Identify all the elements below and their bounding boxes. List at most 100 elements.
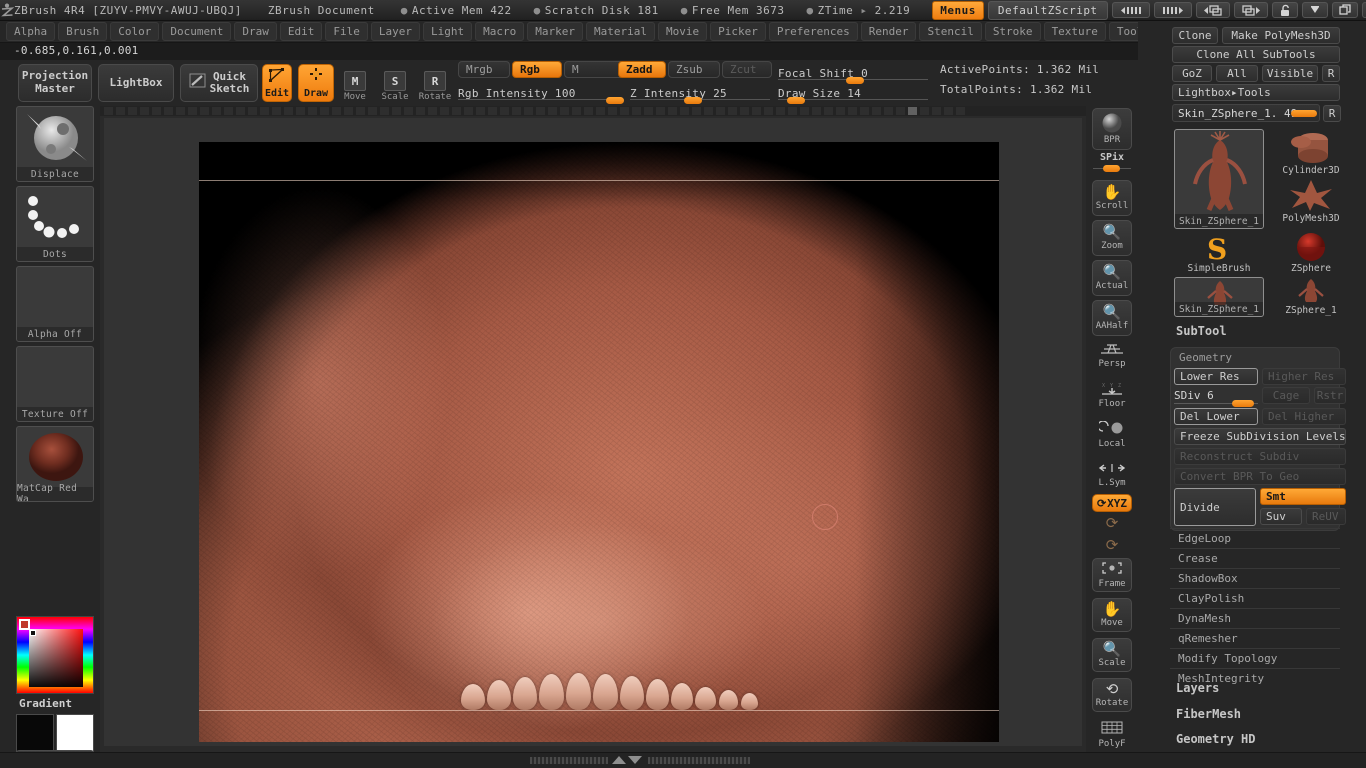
tool-thumb-cylinder3d[interactable]: Cylinder3D (1268, 129, 1354, 177)
lightbox-button[interactable]: LightBox (98, 64, 174, 102)
nav-move-button[interactable]: ✋ Move (1092, 598, 1132, 632)
section-layers[interactable]: Layers (1176, 681, 1219, 695)
menu-marker[interactable]: Marker (527, 22, 583, 41)
minimize-icon[interactable] (1301, 2, 1328, 18)
spix-bar[interactable] (1093, 165, 1131, 172)
section-edgeloop[interactable]: EdgeLoop (1170, 528, 1340, 548)
bottom-arrows[interactable] (612, 756, 642, 764)
nav-floor-button[interactable]: XYZ Floor (1092, 378, 1132, 412)
rgb-intensity-knob[interactable] (606, 97, 624, 104)
mrgb-toggle[interactable]: Mrgb (458, 61, 510, 78)
smt-button[interactable]: Smt (1260, 488, 1346, 505)
menu-material[interactable]: Material (585, 22, 655, 41)
texture-off-slot[interactable]: Texture Off (16, 346, 94, 422)
color-picker[interactable] (16, 616, 94, 694)
del-higher-button[interactable]: Del Higher (1262, 408, 1346, 425)
section-shadowbox[interactable]: ShadowBox (1170, 568, 1340, 588)
section-qremesher[interactable]: qRemesher (1170, 628, 1340, 648)
tool-thumb-polymesh3d[interactable]: PolyMesh3D (1268, 177, 1354, 225)
m-toggle[interactable]: M (564, 61, 624, 78)
stroke-slot[interactable]: Dots (16, 186, 94, 262)
z-intensity-knob[interactable] (684, 97, 702, 104)
rstr-button[interactable]: Rstr (1314, 387, 1346, 404)
move-mode-button[interactable]: M Move (338, 66, 372, 102)
bottom-strip-left[interactable] (530, 757, 608, 764)
menu-macro[interactable]: Macro (475, 22, 525, 41)
z-intensity-slider[interactable]: Z Intensity 25 (630, 82, 770, 104)
reuv-button[interactable]: ReUV (1306, 508, 1346, 525)
next-tray-icon[interactable] (1233, 2, 1268, 18)
section-claypolish[interactable]: ClayPolish (1170, 588, 1340, 608)
alpha-off-slot[interactable]: Alpha Off (16, 266, 94, 342)
tool-thumb-skin-zsphere-1-small[interactable]: Skin_ZSphere_1 (1174, 277, 1264, 317)
quick-sketch-button[interactable]: Quick Sketch (180, 64, 258, 102)
menu-layer[interactable]: Layer (370, 22, 420, 41)
nav-zoom-button[interactable]: 🔍 Zoom (1092, 220, 1132, 256)
tool-thumb-skin-zsphere-1[interactable]: Skin_ZSphere_1 (1174, 129, 1264, 229)
make-polymesh3d-button[interactable]: Make PolyMesh3D (1222, 27, 1340, 44)
freeze-subdivision-button[interactable]: Freeze SubDivision Levels (1174, 428, 1346, 445)
nav-actual-button[interactable]: 🔍 Actual (1092, 260, 1132, 296)
nav-scroll-button[interactable]: ✋ Scroll (1092, 180, 1132, 216)
draw-size-knob[interactable] (787, 97, 805, 104)
edit-button[interactable]: Edit (262, 64, 292, 102)
zcut-toggle[interactable]: Zcut (722, 61, 772, 78)
nav-lsym-button[interactable]: L.Sym (1092, 458, 1132, 492)
sdiv-slider[interactable]: SDiv 6 (1174, 387, 1258, 407)
menu-preferences[interactable]: Preferences (768, 22, 858, 41)
prev-palette-icon[interactable] (1111, 2, 1150, 18)
tool-thumb-zsphere[interactable]: ZSphere (1268, 233, 1354, 275)
menu-light[interactable]: Light (422, 22, 473, 41)
all-button[interactable]: All (1216, 65, 1258, 82)
convert-bpr-button[interactable]: Convert BPR To Geo (1174, 468, 1346, 485)
suv-button[interactable]: Suv (1260, 508, 1302, 525)
del-lower-button[interactable]: Del Lower (1174, 408, 1258, 425)
visible-button[interactable]: Visible (1262, 65, 1318, 82)
section-crease[interactable]: Crease (1170, 548, 1340, 568)
restore-icon[interactable] (1331, 2, 1358, 18)
goz-button[interactable]: GoZ (1172, 65, 1212, 82)
zsub-toggle[interactable]: Zsub (668, 61, 720, 78)
menu-movie[interactable]: Movie (657, 22, 708, 41)
lightbox-tools-button[interactable]: Lightbox▸Tools (1172, 84, 1340, 101)
bottom-strip-right[interactable] (648, 757, 750, 764)
higher-res-button[interactable]: Higher Res (1262, 368, 1346, 385)
menu-file[interactable]: File (325, 22, 368, 41)
nav-polyf-button[interactable]: PolyF (1092, 718, 1132, 752)
bpr-button[interactable]: BPR (1092, 108, 1132, 150)
menu-render[interactable]: Render (860, 22, 917, 41)
menu-texture[interactable]: Texture (1043, 22, 1106, 41)
menu-color[interactable]: Color (110, 22, 160, 41)
geometry-section-header[interactable]: Geometry (1171, 348, 1339, 366)
clone-all-subtools-button[interactable]: Clone All SubTools (1172, 46, 1340, 63)
nav-scale-button[interactable]: 🔍 Scale (1092, 638, 1132, 672)
scroll-up-icon[interactable] (612, 756, 626, 764)
nav-aahalf-button[interactable]: 🔍 AAHalf (1092, 300, 1132, 336)
menu-stencil[interactable]: Stencil (919, 22, 982, 41)
color-picker-sv-field[interactable] (29, 629, 83, 687)
scale-mode-button[interactable]: S Scale (378, 66, 412, 102)
rgb-toggle[interactable]: Rgb (512, 61, 562, 78)
lock-icon[interactable] (1271, 2, 1298, 18)
section-fibermesh[interactable]: FiberMesh (1176, 707, 1241, 721)
menus-button[interactable]: Menus (932, 0, 984, 20)
menu-edit[interactable]: Edit (279, 22, 323, 41)
clone-button[interactable]: Clone (1172, 27, 1218, 44)
current-tool-r-button[interactable]: R (1323, 105, 1341, 122)
tool-thumb-zsphere-1[interactable]: ZSphere_1 (1268, 277, 1354, 317)
section-geometry-hd[interactable]: Geometry HD (1176, 732, 1255, 746)
visible-r-button[interactable]: R (1322, 65, 1340, 82)
close-icon[interactable] (1361, 2, 1366, 18)
zscript-button[interactable]: DefaultZScript (987, 0, 1108, 20)
menu-alpha[interactable]: Alpha (6, 22, 56, 41)
reconstruct-subdiv-button[interactable]: Reconstruct Subdiv (1174, 448, 1346, 465)
tool-thumb-simplebrush[interactable]: S SimpleBrush (1174, 233, 1264, 275)
rgb-intensity-slider[interactable]: Rgb Intensity 100 (458, 82, 624, 104)
alpha-slot[interactable]: Displace (16, 106, 94, 182)
nav-ysym-button[interactable]: ⟳ (1092, 514, 1132, 534)
document-surface[interactable] (199, 142, 999, 742)
divide-button[interactable]: Divide (1174, 488, 1256, 526)
section-modify-topology[interactable]: Modify Topology (1170, 648, 1340, 668)
nav-zsym-button[interactable]: ⟳ (1092, 536, 1132, 556)
nav-rotate-button[interactable]: ⟲ Rotate (1092, 678, 1132, 712)
